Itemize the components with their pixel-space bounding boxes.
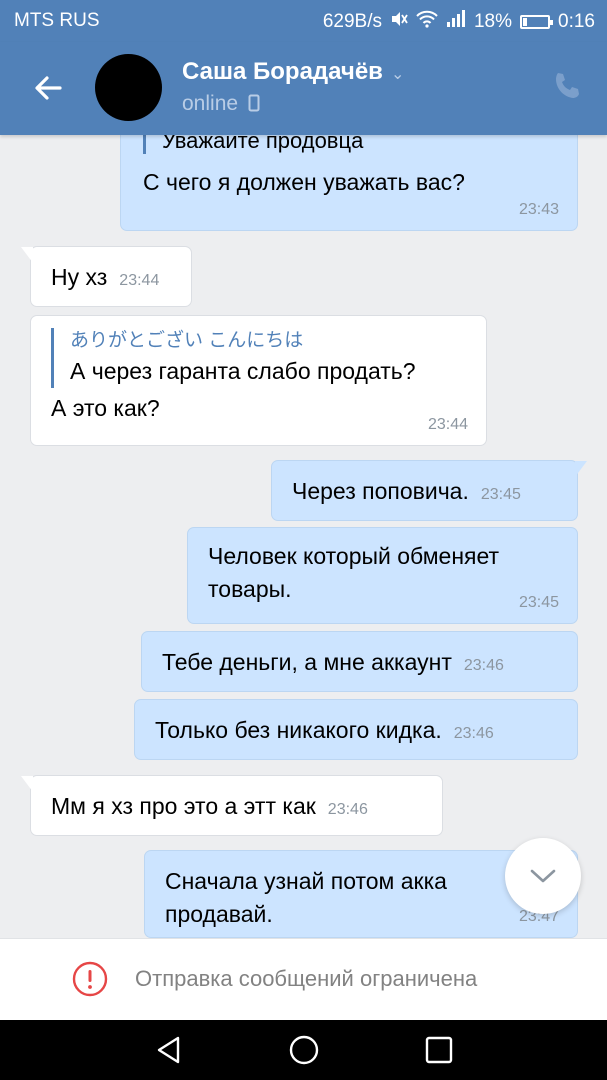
restriction-notice: Отправка сообщений ограничена bbox=[0, 938, 607, 1020]
message-bubble[interactable]: Только без никакого кидка. 23:46 bbox=[134, 699, 578, 760]
message-time: 23:46 bbox=[327, 801, 368, 818]
mobile-icon bbox=[244, 92, 260, 115]
message-text: Тебе деньги, а мне аккаунт bbox=[162, 649, 452, 675]
message-bubble[interactable]: Мм я хз про это а этт как 23:46 bbox=[21, 775, 443, 836]
battery-icon bbox=[520, 15, 554, 29]
message-bubble[interactable]: Человек который обменяет товары. 23:45 bbox=[187, 527, 578, 624]
quoted-message: ありがとござい こんにちは А через гаранта слабо прод… bbox=[51, 328, 466, 388]
message-text-line: Сначала узнай потом акка bbox=[165, 868, 447, 894]
carrier-label: MTS RUS bbox=[14, 10, 100, 31]
message-time: 23:43 bbox=[518, 201, 559, 219]
message-bubble[interactable]: Через поповича. 23:45 bbox=[271, 460, 587, 521]
message-bubble[interactable]: Ну хз 23:44 bbox=[21, 246, 192, 307]
phone-icon[interactable] bbox=[551, 70, 583, 102]
message-text: Только без никакого кидка. bbox=[155, 717, 442, 743]
scroll-to-bottom-button[interactable] bbox=[505, 838, 581, 914]
quoted-message: Уважаите продовца bbox=[143, 135, 555, 155]
quoted-author: ありがとござい こんにちは bbox=[70, 330, 304, 351]
contact-name[interactable]: Саша Борадачёв ⌄ bbox=[182, 58, 404, 86]
message-bubble[interactable]: Тебе деньги, а мне аккаунт 23:46 bbox=[141, 631, 578, 692]
message-text-line: Человек который обменяет bbox=[208, 543, 500, 569]
message-time: 23:45 bbox=[480, 486, 521, 503]
message-time: 23:46 bbox=[463, 657, 504, 674]
online-status: online bbox=[182, 92, 260, 116]
avatar[interactable] bbox=[95, 54, 162, 121]
message-text: Мм я хз про это а этт как bbox=[51, 793, 316, 819]
bubble-tail bbox=[21, 247, 33, 263]
message-text: А это как? bbox=[51, 394, 160, 421]
nav-back-icon[interactable] bbox=[153, 1034, 185, 1071]
message-time: 23:46 bbox=[453, 725, 494, 742]
warning-icon bbox=[72, 961, 108, 997]
message-time: 23:45 bbox=[518, 594, 559, 612]
chevron-down-icon bbox=[530, 869, 556, 883]
message-list[interactable]: Уважаите продовца С чего я должен уважат… bbox=[0, 135, 607, 938]
contact-name-label: Саша Борадачёв bbox=[182, 58, 383, 85]
wifi-icon bbox=[416, 10, 438, 34]
chevron-down-icon: ⌄ bbox=[390, 66, 405, 83]
back-arrow-icon[interactable] bbox=[30, 70, 66, 106]
message-time: 23:44 bbox=[427, 416, 468, 434]
quoted-text: А через гаранта слабо продать? bbox=[70, 357, 416, 384]
message-bubble[interactable]: Уважаите продовца С чего я должен уважат… bbox=[120, 135, 578, 231]
signal-icon bbox=[446, 10, 466, 34]
message-text: Ну хз bbox=[51, 264, 108, 290]
battery-percent: 18% bbox=[473, 11, 513, 32]
mute-icon bbox=[390, 10, 408, 34]
message-bubble[interactable]: ありがとござい こんにちは А через гаранта слабо прод… bbox=[30, 315, 487, 446]
message-time: 23:44 bbox=[119, 272, 160, 289]
clock: 0:16 bbox=[558, 11, 595, 32]
bubble-tail bbox=[575, 461, 587, 477]
quoted-text: Уважаите продовца bbox=[162, 135, 364, 153]
restriction-text: Отправка сообщений ограничена bbox=[135, 966, 478, 991]
online-label: online bbox=[182, 92, 239, 115]
network-speed: 629B/s bbox=[322, 11, 382, 32]
nav-recents-icon[interactable] bbox=[423, 1034, 455, 1071]
nav-home-icon[interactable] bbox=[288, 1034, 320, 1071]
message-text-line: товары. bbox=[208, 575, 292, 602]
message-text: Через поповича. bbox=[292, 478, 469, 504]
status-bar: MTS RUS 629B/s 18% 0:16 bbox=[0, 0, 607, 42]
bubble-tail bbox=[21, 776, 33, 792]
system-navigation-bar bbox=[0, 1020, 607, 1080]
message-text: С чего я должен уважать вас? bbox=[143, 169, 465, 196]
chat-header: Саша Борадачёв ⌄ online bbox=[0, 42, 607, 135]
message-text-line: продавай. bbox=[165, 900, 273, 927]
